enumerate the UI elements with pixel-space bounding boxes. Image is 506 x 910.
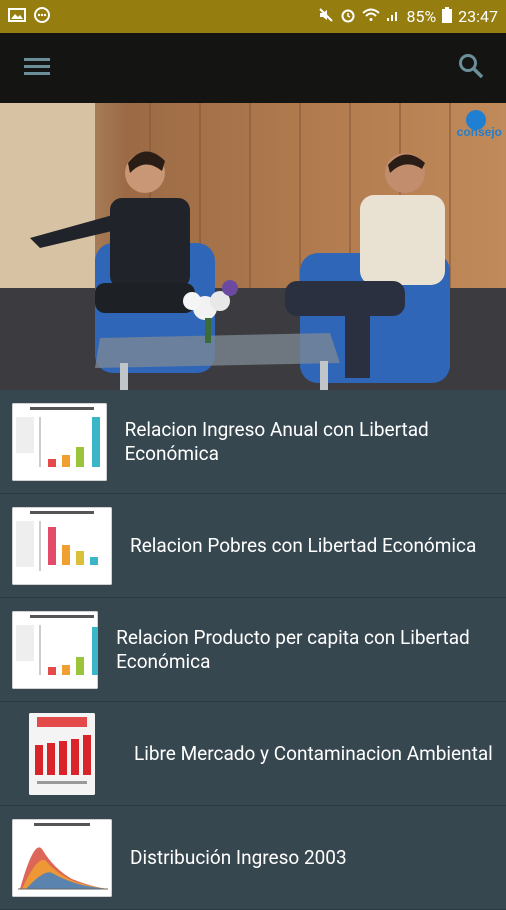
list-item[interactable]: Relacion Pobres con Libertad Económica	[0, 494, 506, 598]
dots-icon	[34, 6, 50, 27]
chart-thumbnail	[12, 818, 112, 897]
item-list: Relacion Ingreso Anual con Libertad Econ…	[0, 390, 506, 910]
hero-image: consejo	[0, 103, 506, 390]
status-bar: 85% 23:47	[0, 0, 506, 33]
list-item[interactable]: Libre Mercado y Contaminacion Ambiental	[0, 702, 506, 806]
gallery-icon	[8, 7, 26, 26]
chart-thumbnail	[12, 402, 107, 481]
status-right: 85% 23:47	[318, 6, 498, 27]
app-bar	[0, 33, 506, 103]
item-title: Libre Mercado y Contaminacion Ambiental	[134, 741, 493, 765]
status-left	[8, 6, 50, 27]
chart-thumbnail	[12, 610, 99, 689]
mute-icon	[318, 7, 334, 27]
list-item[interactable]: Distribución Ingreso 2003	[0, 806, 506, 910]
list-item[interactable]: Relacion Ingreso Anual con Libertad Econ…	[0, 390, 506, 494]
item-title: Relacion Producto per capita con Liberta…	[116, 625, 470, 673]
item-title: Relacion Ingreso Anual con Libertad Econ…	[124, 417, 429, 465]
signal-icon	[386, 7, 400, 26]
wifi-icon	[362, 7, 381, 26]
menu-icon[interactable]	[24, 56, 50, 80]
item-title: Relacion Pobres con Libertad Económica	[130, 533, 477, 557]
alarm-icon	[340, 7, 356, 27]
chart-thumbnail	[29, 712, 95, 795]
list-item[interactable]: Relacion Producto per capita con Liberta…	[0, 598, 506, 702]
logo-text: consejo	[456, 125, 502, 139]
search-icon[interactable]	[458, 53, 484, 83]
battery-icon	[442, 6, 453, 27]
item-title: Distribución Ingreso 2003	[130, 845, 347, 869]
clock: 23:47	[458, 7, 498, 26]
hero-scene	[0, 103, 506, 390]
chart-thumbnail	[12, 506, 112, 585]
battery-percent: 85%	[406, 7, 437, 26]
